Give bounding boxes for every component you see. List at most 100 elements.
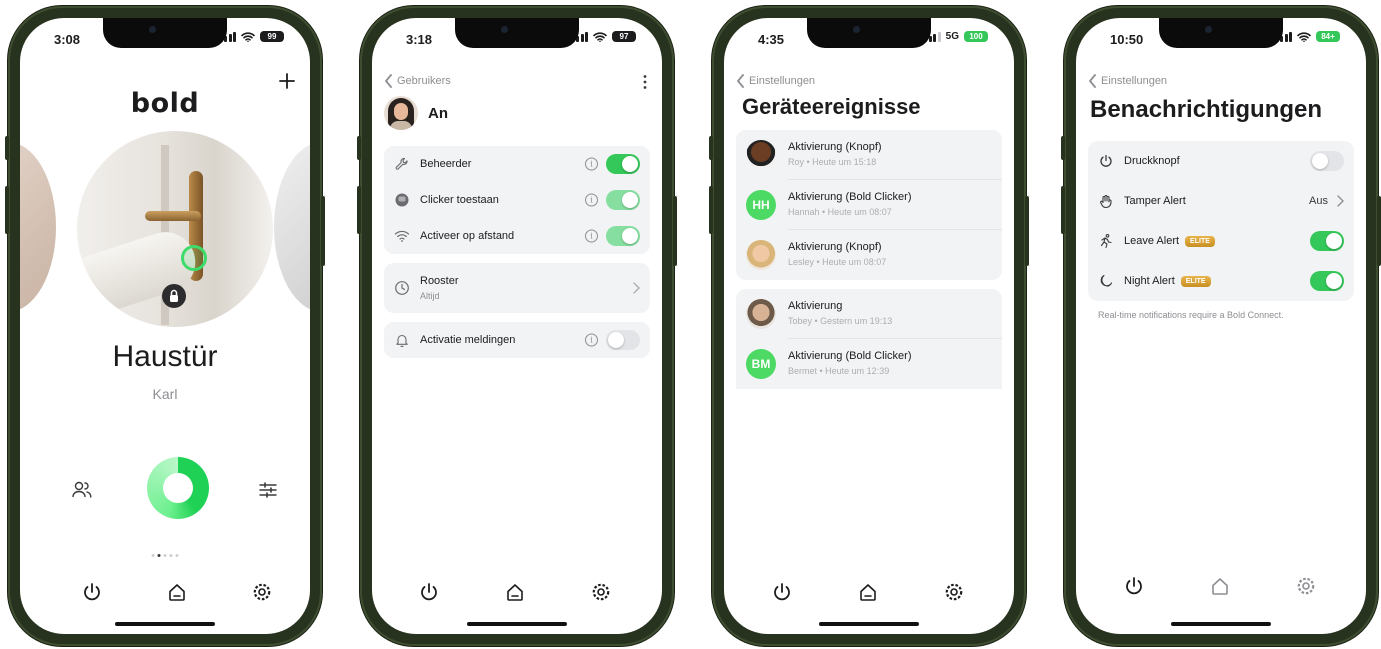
hand-icon [1100,194,1112,209]
event-subtitle: Bermet • Heute um 12:39 [788,366,890,376]
chevron-right-icon [633,282,640,294]
info-icon[interactable]: i [585,333,598,347]
schedule-row[interactable]: Rooster Altijd [384,263,650,313]
home-tab-icon[interactable] [503,580,527,604]
back-button[interactable]: Einstellungen [1088,74,1167,88]
home-indicator [115,622,215,626]
clicker-toggle[interactable] [606,190,640,210]
page-title: Benachrichtigungen [1090,96,1323,123]
admin-toggle[interactable] [606,154,640,174]
carousel-prev-lock[interactable] [20,142,56,312]
home-indicator [467,622,567,626]
setting-label: Tamper Alert [1124,195,1186,207]
power-tab-icon[interactable] [1122,574,1146,598]
footnote: Real-time notifications require a Bold C… [1098,310,1284,320]
permission-row-admin: Beheerder i [384,146,650,182]
chevron-left-icon [737,74,744,88]
notch [455,18,579,48]
running-icon [1100,233,1112,249]
info-icon[interactable]: i [585,193,598,207]
lock-button[interactable] [147,457,209,519]
clock-icon [395,281,409,295]
settings-tab-icon[interactable] [589,580,613,604]
leave-alert-toggle[interactable] [1310,231,1344,251]
users-icon[interactable] [71,480,93,500]
schedule-label: Rooster [420,275,459,287]
battery-indicator: 84+ [1316,31,1340,42]
wrench-icon [395,157,408,170]
back-label: Einstellungen [1101,75,1168,87]
info-icon[interactable]: i [585,157,598,171]
carousel-next-lock[interactable] [274,142,310,312]
battery-indicator: 97 [612,31,636,42]
event-subtitle: Tobey • Gestern um 19:13 [788,316,893,326]
power-tab-icon[interactable] [80,580,104,604]
avatar [746,140,776,170]
lock-status-icon [162,284,186,308]
home-indicator [1171,622,1271,626]
phone-frame-user: 3:18 97 Gebruikers An Beheerder i Clicke… [357,6,677,646]
list-item[interactable]: BM Aktivierung (Bold Clicker) Bermet • H… [736,339,1002,389]
user-avatar [384,96,418,130]
notch [807,18,931,48]
permission-label: Activeer op afstand [420,230,515,242]
notch [103,18,227,48]
avatar: HH [746,190,776,220]
avatar [746,240,776,270]
leave-alert-label: Leave Alert [1124,235,1180,247]
chevron-left-icon [1089,74,1096,88]
list-item[interactable]: HH Aktivierung (Bold Clicker) Hannah • H… [736,180,1002,230]
back-button[interactable]: Gebruikers [384,74,451,88]
info-icon[interactable]: i [585,229,598,243]
avatar: BM [746,349,776,379]
event-title: Aktivierung (Knopf) [788,141,882,153]
power-tab-icon[interactable] [770,580,794,604]
list-item[interactable]: Aktivierung (Knopf) Lesley • Heute um 08… [736,230,1002,280]
status-time: 3:08 [54,32,81,47]
permission-label: Clicker toestaan [420,194,499,206]
activation-notifications-toggle[interactable] [606,330,640,350]
activation-notifications-row: Activatie meldingen i [384,322,650,358]
home-tab-icon[interactable] [165,580,189,604]
event-subtitle: Lesley • Heute um 08:07 [788,257,887,267]
tamper-alert-value: Aus [1309,195,1328,207]
settings-tab-icon[interactable] [942,580,966,604]
event-title: Aktivierung (Bold Clicker) [788,350,912,362]
home-tab-icon[interactable] [1208,574,1232,598]
battery-indicator: 99 [260,31,284,42]
power-tab-icon[interactable] [417,580,441,604]
lock-screen: 3:08 99 bold Haustür Karl [20,18,310,634]
page-title: Geräteereignisse [742,94,921,119]
wifi-status-icon [1297,31,1311,42]
home-tab-icon[interactable] [856,580,880,604]
list-item[interactable]: Aktivierung (Knopf) Roy • Heute um 15:18 [736,130,1002,180]
event-subtitle: Hannah • Heute um 08:07 [788,207,892,217]
chevron-right-icon [1337,195,1344,207]
remote-toggle[interactable] [606,226,640,246]
notification-settings-group: Druckknopf Tamper Alert Aus Leave Alert E… [1088,141,1354,301]
phone-frame-events: 4:35 5G 100 Einstellungen Geräteereignis… [709,6,1029,646]
moon-icon [1100,274,1113,287]
list-item[interactable]: Aktivierung Tobey • Gestern um 19:13 [736,289,1002,339]
battery-indicator: 100 [964,31,988,42]
tamper-alert-row[interactable]: Tamper Alert Aus [1088,181,1354,221]
setting-label: Night Alert ELITE [1124,275,1211,287]
settings-tab-icon[interactable] [250,580,274,604]
night-alert-label: Night Alert [1124,275,1175,287]
sliders-icon[interactable] [258,480,278,500]
more-icon[interactable] [642,74,648,90]
phone-frame-lock: 3:08 99 bold Haustür Karl [5,6,325,646]
back-button[interactable]: Einstellungen [736,74,815,88]
setting-label: Leave Alert ELITE [1124,235,1215,247]
page-indicator [151,554,179,557]
settings-tab-icon[interactable] [1294,574,1318,598]
events-group-1: Aktivierung (Knopf) Roy • Heute um 15:18… [736,130,1002,280]
permission-row-remote: Activeer op afstand i [384,218,650,254]
user-permissions-screen: 3:18 97 Gebruikers An Beheerder i Clicke… [372,18,662,634]
status-time: 4:35 [758,32,785,47]
notifications-screen: 10:50 84+ Einstellungen Benachrichtigung… [1076,18,1366,634]
night-alert-toggle[interactable] [1310,271,1344,291]
user-name: An [428,105,448,122]
push-button-toggle[interactable] [1310,151,1344,171]
setting-label: Druckknopf [1124,155,1180,167]
